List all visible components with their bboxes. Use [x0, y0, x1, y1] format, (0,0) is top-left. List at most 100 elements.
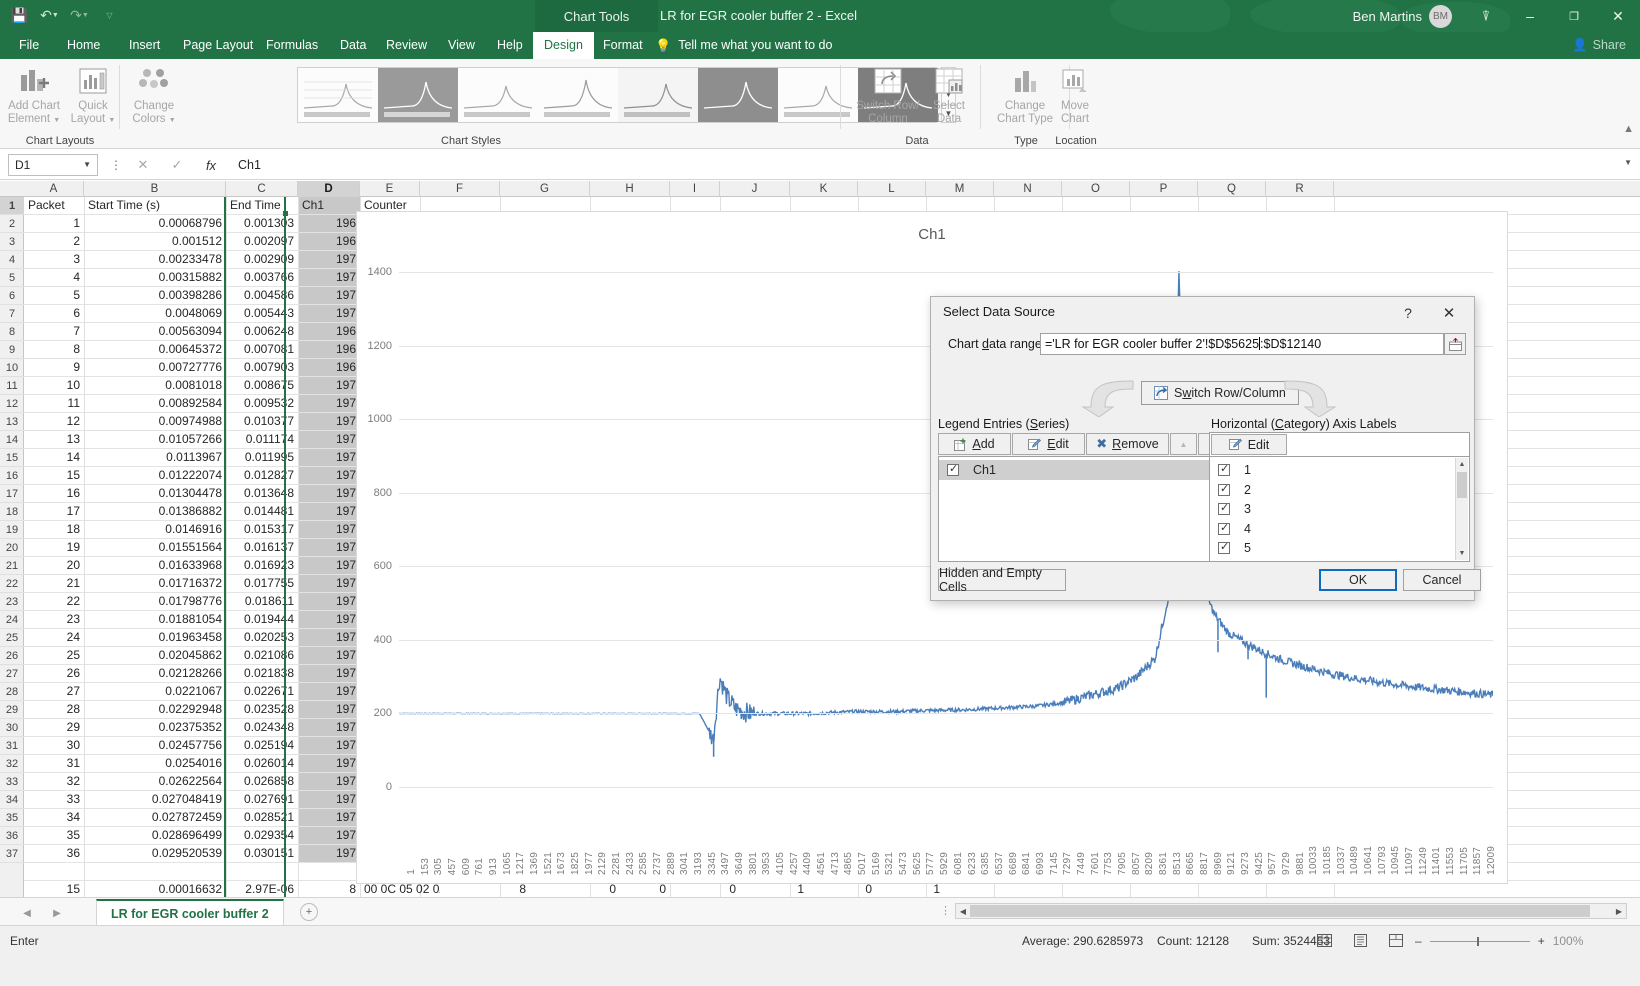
axis-label-item[interactable]: 2 [1210, 480, 1469, 500]
data-cell[interactable]: 0.00398286 [84, 287, 226, 304]
column-header-m[interactable]: M [926, 181, 994, 197]
data-cell[interactable]: 197 [298, 701, 360, 718]
row-header-33[interactable]: 33 [0, 773, 24, 791]
column-header-p[interactable]: P [1130, 181, 1198, 197]
data-cell[interactable]: 0.00315882 [84, 269, 226, 286]
data-cell[interactable]: 8 [24, 341, 84, 358]
column-header-g[interactable]: G [500, 181, 590, 197]
data-cell[interactable]: 197 [298, 557, 360, 574]
row-header-8[interactable]: 8 [0, 323, 24, 341]
row-header-37[interactable]: 37 [0, 845, 24, 863]
help-icon[interactable]: ? [1394, 303, 1422, 323]
dialog-title-bar[interactable]: Select Data Source ? ✕ [931, 297, 1474, 327]
row-header-14[interactable]: 14 [0, 431, 24, 449]
data-cell[interactable]: 0.028696499 [84, 827, 226, 844]
quick-layout-button[interactable]: Quick Layout ▼ [62, 65, 124, 127]
horizontal-scrollbar[interactable]: ◀ ▶ [955, 903, 1627, 919]
column-header-c[interactable]: C [226, 181, 298, 197]
add-series-button[interactable]: Add [938, 433, 1011, 455]
undo-icon[interactable]: ↶ ▼ [40, 6, 59, 25]
add-chart-element-button[interactable]: Add Chart Element ▼ [3, 65, 65, 127]
data-cell[interactable]: 0.02128266 [84, 665, 226, 682]
name-box[interactable]: D1 ▼ [8, 154, 98, 176]
data-cell[interactable]: 197 [298, 251, 360, 268]
data-cell[interactable]: 197 [298, 647, 360, 664]
scroll-down-icon[interactable]: ▼ [1456, 547, 1468, 560]
column-header-h[interactable]: H [590, 181, 670, 197]
data-cell[interactable]: 27 [24, 683, 84, 700]
axis-labels-list[interactable]: 1 2 3 4 5 ▲ ▼ [1209, 456, 1470, 562]
save-icon[interactable]: 💾 [10, 6, 29, 25]
chart-title[interactable]: Ch1 [357, 226, 1507, 243]
data-cell[interactable]: 17 [24, 503, 84, 520]
select-data-button[interactable]: Select Data [921, 65, 977, 126]
data-cell[interactable]: 18 [24, 521, 84, 538]
data-cell[interactable]: 5 [24, 287, 84, 304]
data-cell[interactable]: 0.029520539 [84, 845, 226, 862]
cancel-formula-icon[interactable]: ✕ [130, 154, 156, 176]
row-header-6[interactable]: 6 [0, 287, 24, 305]
data-cell[interactable]: 25 [24, 647, 84, 664]
data-cell[interactable]: 0.01963458 [84, 629, 226, 646]
chart-style-option[interactable] [778, 68, 858, 122]
selection-fill-handle[interactable] [283, 211, 288, 216]
row-header-15[interactable]: 15 [0, 449, 24, 467]
row-header-27[interactable]: 27 [0, 665, 24, 683]
edit-series-button[interactable]: Edit [1012, 433, 1085, 455]
data-cell[interactable]: 0.0048069 [84, 305, 226, 322]
close-button[interactable]: ✕ [1596, 0, 1640, 32]
insert-function-icon[interactable]: fx [198, 154, 224, 176]
data-cell[interactable]: 197 [298, 449, 360, 466]
data-cell[interactable]: 197 [298, 305, 360, 322]
data-cell[interactable]: 197 [298, 431, 360, 448]
data-cell[interactable]: 197 [298, 413, 360, 430]
column-label-cell[interactable]: Packet [24, 197, 84, 214]
data-cell[interactable]: 0.01798776 [84, 593, 226, 610]
switch-row-column-button[interactable]: Switch Row/ Column [855, 65, 921, 126]
chart-style-option[interactable] [618, 68, 698, 122]
data-cell[interactable]: 31 [24, 755, 84, 772]
row-header-24[interactable]: 24 [0, 611, 24, 629]
zoom-control[interactable]: – + 100% [1415, 934, 1583, 948]
data-cell[interactable]: 197 [298, 503, 360, 520]
scroll-up-icon[interactable]: ▲ [1456, 458, 1468, 471]
chart-style-option[interactable] [458, 68, 538, 122]
hidden-empty-cells-button[interactable]: Hidden and Empty Cells [938, 566, 1066, 594]
scroll-right-icon[interactable]: ▶ [1612, 904, 1626, 918]
user-name[interactable]: Ben Martins [1353, 9, 1422, 24]
quick-access-toolbar[interactable]: 💾 ↶ ▼ ↷ ▼ ▽ [10, 6, 119, 25]
chart-style-option[interactable] [298, 68, 378, 122]
row-header-5[interactable]: 5 [0, 269, 24, 287]
column-label-cell[interactable]: Ch1 [298, 197, 360, 214]
data-cell[interactable]: 197 [298, 269, 360, 286]
column-header-r[interactable]: R [1266, 181, 1334, 197]
data-cell[interactable]: 19 [24, 539, 84, 556]
data-cell[interactable]: 15 [24, 881, 84, 897]
data-cell[interactable]: 197 [298, 827, 360, 844]
data-cell[interactable]: 197 [298, 683, 360, 700]
tab-page-layout[interactable]: Page Layout [172, 32, 264, 59]
tab-home[interactable]: Home [56, 32, 111, 59]
data-cell[interactable]: 8 [298, 881, 360, 897]
share-button[interactable]: 👤 Share [1572, 32, 1626, 59]
collapse-ribbon-icon[interactable]: ▲ [1623, 123, 1634, 135]
row-header-25[interactable]: 25 [0, 629, 24, 647]
data-cell[interactable]: 197 [298, 845, 360, 862]
range-selector-icon[interactable] [1444, 333, 1466, 355]
cancel-button[interactable]: Cancel [1403, 569, 1481, 591]
data-cell[interactable]: 14 [24, 449, 84, 466]
move-chart-button[interactable]: Move Chart [1044, 65, 1106, 126]
checkbox-icon[interactable] [1218, 540, 1230, 555]
legend-entries-list[interactable]: Ch1 [938, 456, 1225, 562]
row-header-32[interactable]: 32 [0, 755, 24, 773]
column-header-e[interactable]: E [360, 181, 420, 197]
select-data-source-dialog[interactable]: Select Data Source ? ✕ Chart data range:… [930, 296, 1481, 601]
data-cell[interactable]: 26 [24, 665, 84, 682]
row-header-2[interactable]: 2 [0, 215, 24, 233]
column-header-n[interactable]: N [994, 181, 1062, 197]
data-cell[interactable]: 0.01633968 [84, 557, 226, 574]
data-cell[interactable]: 0.0221067 [84, 683, 226, 700]
chart-style-option-selected[interactable] [378, 68, 458, 122]
chevron-down-icon[interactable]: ▼ [169, 117, 176, 124]
data-cell[interactable]: 197 [298, 629, 360, 646]
